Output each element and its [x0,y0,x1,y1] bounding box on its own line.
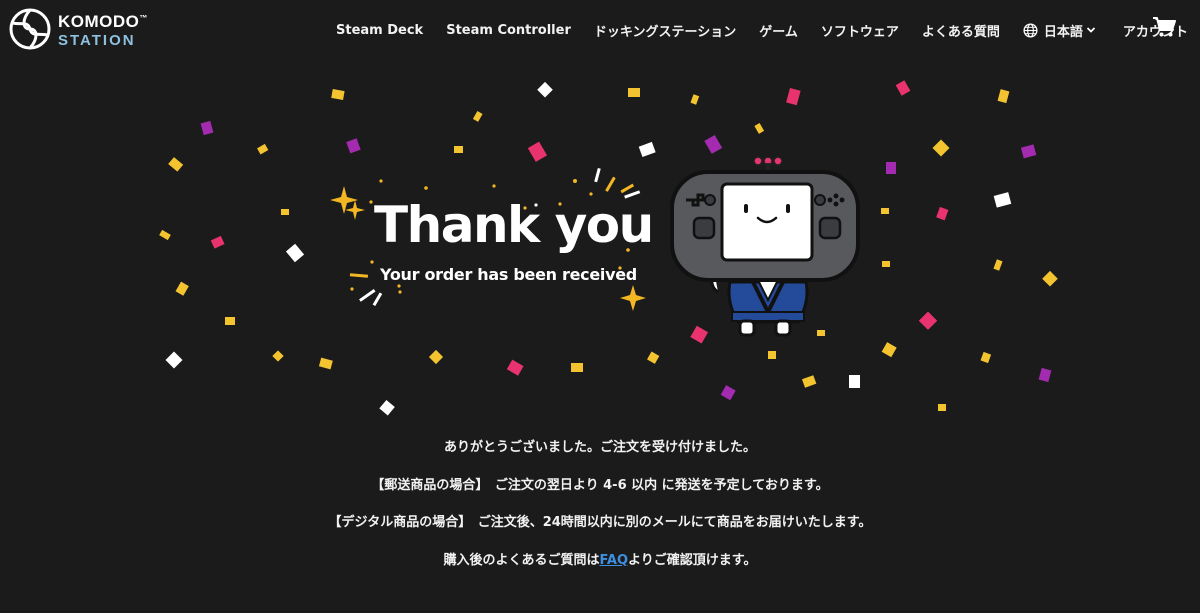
komodo-mascot-illustration [670,156,860,337]
logo-mark-icon [9,8,51,50]
digital-message: 【デジタル商品の場合】 ご注文後、24時間以内に別のメールにて商品をお届けいたし… [328,515,872,530]
site-header: KOMODO™ STATION Steam Deck Steam Control… [0,0,1200,62]
nav-software[interactable]: ソフトウェア [821,21,899,40]
shipping-message: 【郵送商品の場合】 ご注文の翌日より 4-6 以内 に発送を予定しております。 [371,477,829,493]
logo-text-station: STATION [58,32,136,49]
language-label: 日本語 [1043,24,1083,40]
faq-message-suffix: よりご確認頂けます。 [628,552,757,568]
cart-icon [1153,17,1176,37]
thank-you-hero: Thank you Your order has been received [0,62,1200,432]
faq-message: 購入後のよくあるご質問はFAQよりご確認頂けます。 [0,549,1200,587]
order-confirmation-messages: ありがとうございました。ご注文を受け付けました。 【郵送商品の場合】 ご注文の翌… [0,436,1200,586]
nav-docking-station[interactable]: ドッキングステーション [594,21,736,40]
nav-steam-deck[interactable]: Steam Deck [336,23,423,38]
globe-icon [1023,22,1038,38]
order-received-subtitle: Your order has been received [380,265,637,284]
nav-games[interactable]: ゲーム [759,21,798,40]
language-selector[interactable]: 日本語 [1023,21,1102,40]
thanks-message: ありがとうございました。ご注文を受け付けました。 [443,440,756,455]
komodo-station-logo[interactable]: KOMODO™ STATION [8,6,158,52]
cart-button[interactable] [1152,16,1176,42]
faq-message-prefix: 購入後のよくあるご質問は [443,552,600,568]
main-nav: Steam Deck Steam Controller ドッキングステーション … [336,20,1188,40]
logo-text-komodo: KOMODO™ [58,12,148,31]
chevron-down-icon [1086,27,1096,33]
nav-faq[interactable]: よくある質問 [922,21,1000,40]
faq-link[interactable]: FAQ [600,553,629,568]
nav-steam-controller[interactable]: Steam Controller [446,23,571,38]
thank-you-title: Thank you [374,196,654,254]
